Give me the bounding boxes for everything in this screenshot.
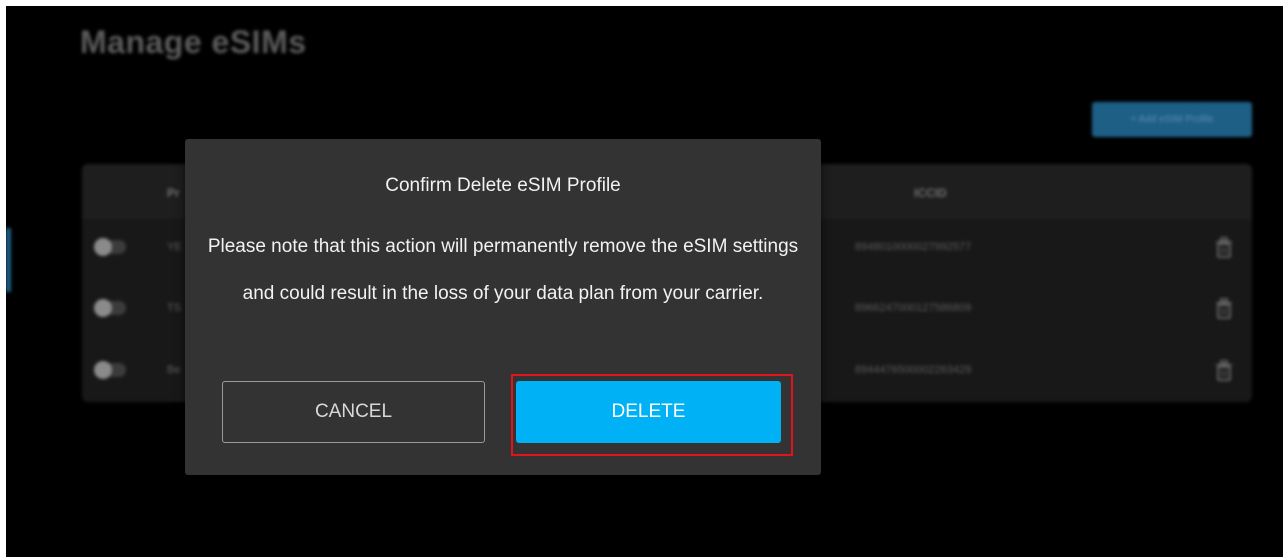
trash-icon[interactable]	[1215, 298, 1233, 320]
add-esim-profile-button[interactable]: + Add eSIM Profile	[1092, 102, 1252, 137]
profile-toggle[interactable]	[94, 238, 126, 256]
page-title: Manage eSIMs	[80, 24, 307, 60]
cancel-button[interactable]: CANCEL	[222, 381, 485, 443]
dialog-message: Please note that this action will perman…	[207, 236, 799, 304]
profile-iccid: 8944476500002263429	[855, 364, 972, 376]
delete-button[interactable]: DELETE	[516, 381, 781, 443]
app-screen: Manage eSIMs + Add eSIM Profile Pr ICCID…	[6, 6, 1283, 557]
trash-icon[interactable]	[1215, 237, 1233, 259]
profile-name: TS	[167, 302, 182, 314]
profile-name: Be	[167, 364, 181, 376]
profile-toggle[interactable]	[94, 361, 126, 379]
column-header-profile: Pr	[167, 186, 180, 200]
dialog-title: Confirm Delete eSIM Profile	[385, 175, 621, 196]
profile-toggle[interactable]	[94, 299, 126, 317]
trash-icon[interactable]	[1215, 360, 1233, 382]
confirm-delete-dialog: Confirm Delete eSIM Profile Please note …	[185, 139, 821, 475]
sidebar-accent	[6, 228, 11, 292]
profile-iccid: 8948010000027992577	[855, 241, 972, 253]
column-header-iccid: ICCID	[914, 186, 947, 200]
profile-name: YE	[167, 241, 182, 253]
profile-iccid: 8966247000127586809	[855, 302, 972, 314]
